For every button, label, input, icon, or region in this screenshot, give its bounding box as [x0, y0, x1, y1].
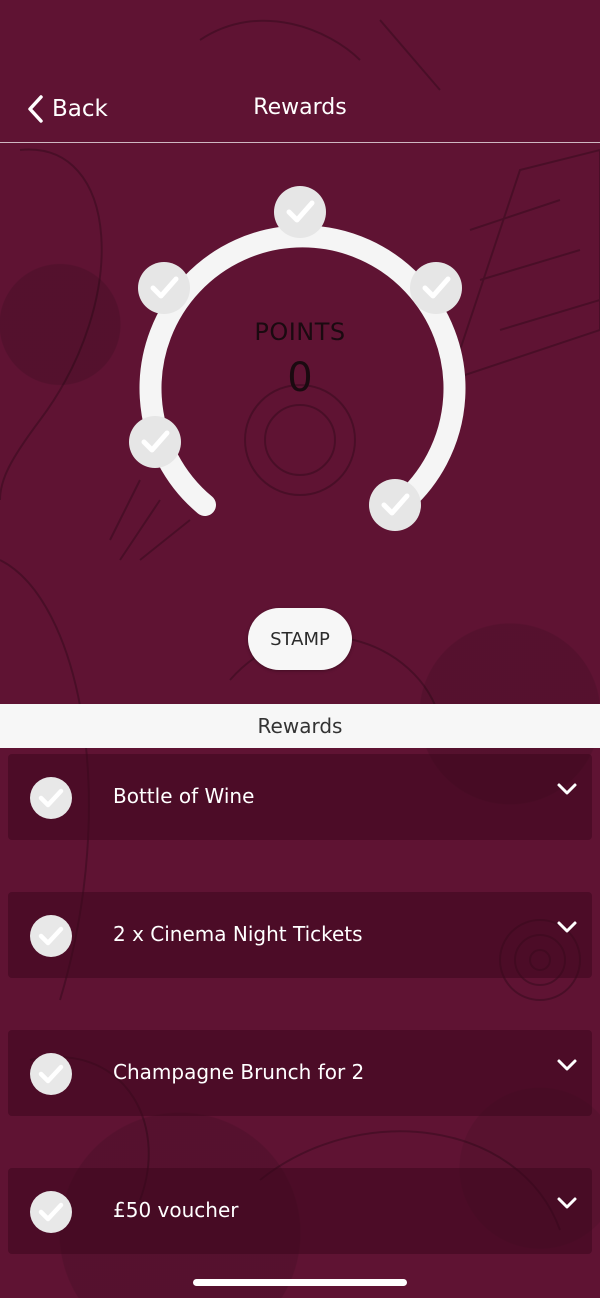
reward-label: Champagne Brunch for 2 — [113, 1060, 365, 1084]
nav-bar: Back Rewards — [0, 70, 600, 143]
reward-check — [30, 1191, 72, 1233]
checkmark-icon — [38, 788, 64, 808]
reward-item-cinema-tickets[interactable]: 2 x Cinema Night Tickets — [8, 892, 592, 978]
stamp-slot-4 — [410, 262, 462, 314]
reward-check — [30, 1053, 72, 1095]
points-value: 0 — [287, 355, 313, 401]
page-title: Rewards — [253, 95, 347, 120]
stamp-slot-5 — [369, 479, 421, 531]
stamp-slot-3 — [274, 186, 326, 238]
home-indicator[interactable] — [193, 1279, 407, 1286]
chevron-down-icon[interactable] — [556, 782, 578, 796]
reward-label: £50 voucher — [113, 1198, 239, 1222]
checkmark-icon — [38, 926, 64, 946]
rewards-section-header: Rewards — [0, 704, 600, 748]
reward-item-voucher[interactable]: £50 voucher — [8, 1168, 592, 1254]
reward-item-champagne-brunch[interactable]: Champagne Brunch for 2 — [8, 1030, 592, 1116]
stamp-slot-1 — [129, 416, 181, 468]
reward-label: Bottle of Wine — [113, 784, 255, 808]
reward-check — [30, 777, 72, 819]
chevron-down-icon[interactable] — [556, 920, 578, 934]
chevron-down-icon[interactable] — [556, 1058, 578, 1072]
stamp-slot-2 — [138, 262, 190, 314]
reward-item-bottle-of-wine[interactable]: Bottle of Wine — [8, 754, 592, 840]
checkmark-icon — [38, 1064, 64, 1084]
reward-label: 2 x Cinema Night Tickets — [113, 922, 363, 946]
points-label: POINTS — [254, 318, 346, 346]
checkmark-icon — [38, 1202, 64, 1222]
chevron-down-icon[interactable] — [556, 1196, 578, 1210]
reward-check — [30, 915, 72, 957]
stamp-button[interactable]: STAMP — [248, 608, 352, 670]
